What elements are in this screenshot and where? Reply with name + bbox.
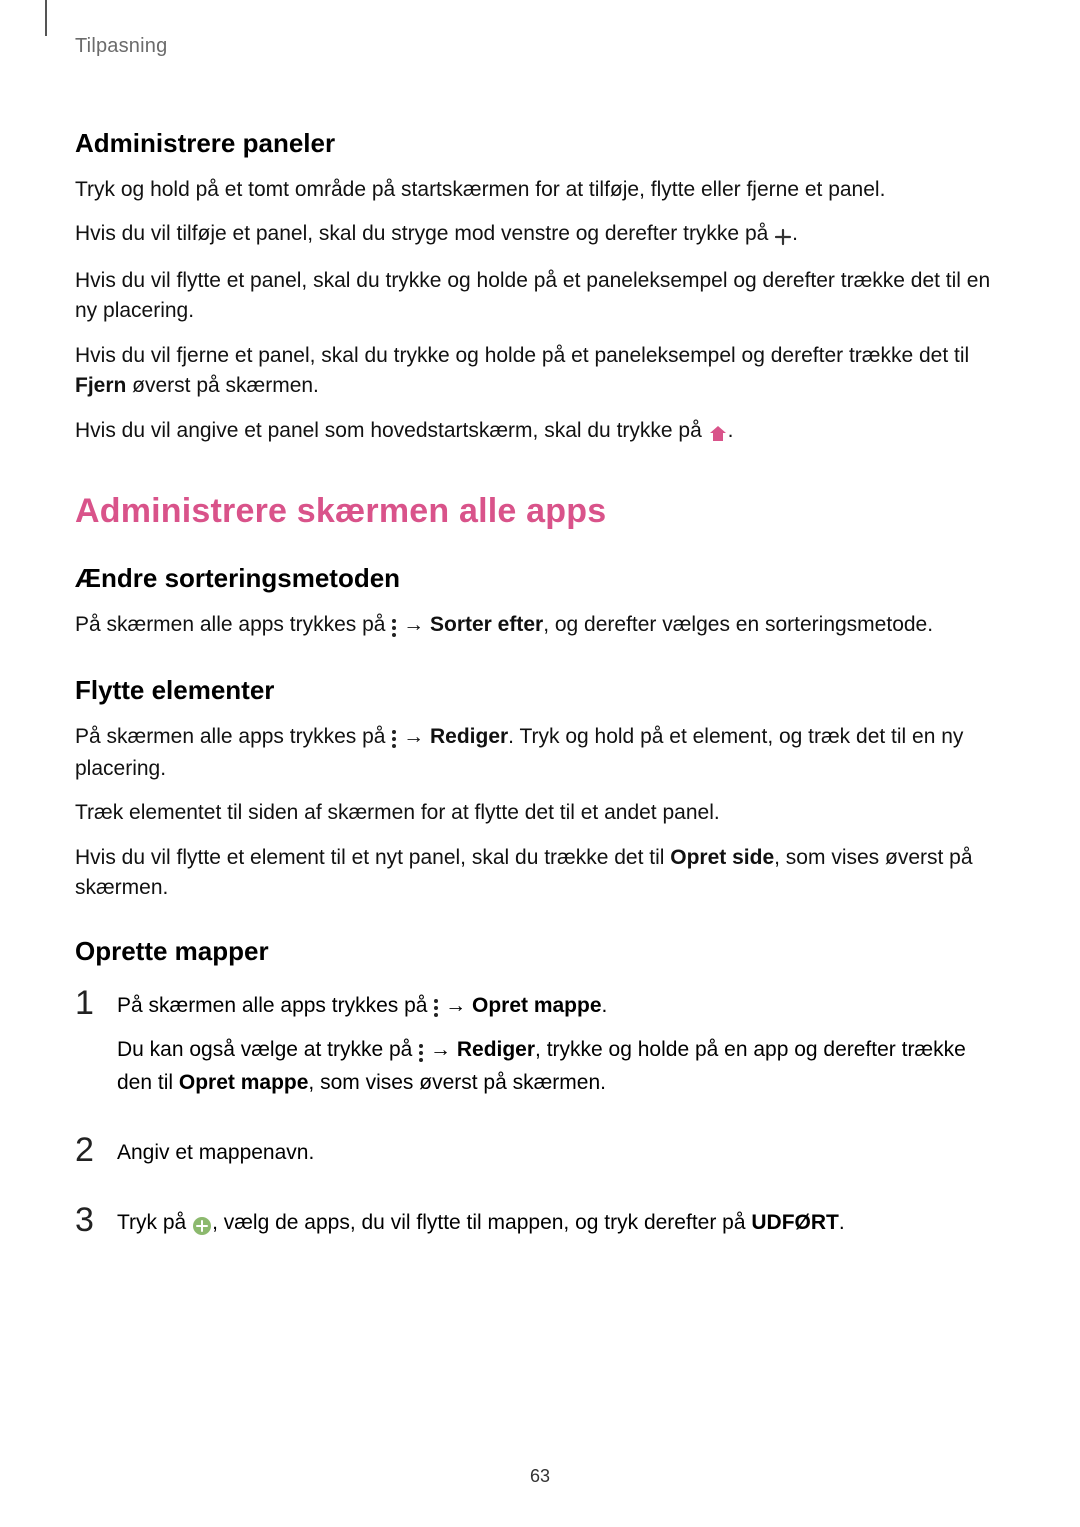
- text: .: [792, 222, 798, 245]
- heading-flytte-elementer: Flytte elementer: [75, 675, 1005, 706]
- text: Du kan også vælge at trykke på: [117, 1038, 418, 1061]
- paragraph: Træk elementet til siden af skærmen for …: [75, 798, 1005, 828]
- text: , og derefter vælges en sorteringsmetode…: [543, 613, 933, 636]
- text: På skærmen alle apps trykkes på: [75, 725, 391, 748]
- bold-opret-side: Opret side: [670, 846, 774, 869]
- bold-udfoert: UDFØRT: [751, 1211, 839, 1234]
- text: .: [728, 419, 734, 442]
- step-number: 3: [75, 1202, 117, 1239]
- step-number: 2: [75, 1132, 117, 1169]
- section-aendre-sortering: Ændre sorteringsmetoden På skærmen alle …: [75, 563, 1005, 642]
- page-number: 63: [0, 1466, 1080, 1487]
- paragraph: Hvis du vil tilføje et panel, skal du st…: [75, 219, 1005, 251]
- heading-administrere-skaermen: Administrere skærmen alle apps: [75, 492, 1005, 531]
- paragraph: På skærmen alle apps trykkes på → Opret …: [117, 991, 1005, 1023]
- text: →: [439, 994, 472, 1017]
- bold-fjern: Fjern: [75, 374, 126, 397]
- text: , som vises øverst på skærmen.: [308, 1071, 606, 1094]
- bold-sorter-efter: Sorter efter: [430, 613, 543, 636]
- paragraph: Tryk og hold på et tomt område på starts…: [75, 175, 1005, 205]
- bold-rediger: Rediger: [430, 725, 508, 748]
- text: →: [397, 613, 430, 636]
- step-2: 2 Angiv et mappenavn.: [75, 1132, 1005, 1180]
- text: Tryk på: [117, 1211, 192, 1234]
- step-body: På skærmen alle apps trykkes på → Opret …: [117, 985, 1005, 1110]
- paragraph: Hvis du vil flytte et panel, skal du try…: [75, 266, 1005, 327]
- text: Hvis du vil tilføje et panel, skal du st…: [75, 222, 774, 245]
- paragraph: På skærmen alle apps trykkes på → Sorter…: [75, 610, 1005, 642]
- paragraph: Hvis du vil fjerne et panel, skal du try…: [75, 341, 1005, 402]
- breadcrumb: Tilpasning: [75, 35, 1005, 58]
- paragraph: Hvis du vil angive et panel som hovedsta…: [75, 416, 1005, 448]
- heading-aendre-sortering: Ændre sorteringsmetoden: [75, 563, 1005, 594]
- text: .: [839, 1211, 845, 1234]
- home-icon: [708, 418, 728, 448]
- text: Hvis du vil angive et panel som hovedsta…: [75, 419, 708, 442]
- text: På skærmen alle apps trykkes på: [75, 613, 391, 636]
- page: Tilpasning Administrere paneler Tryk og …: [0, 0, 1080, 1527]
- heading-oprette-mapper: Oprette mapper: [75, 936, 1005, 967]
- text: →: [397, 725, 430, 748]
- section-oprette-mapper: Oprette mapper 1 På skærmen alle apps tr…: [75, 936, 1005, 1253]
- section-administrere-paneler: Administrere paneler Tryk og hold på et …: [75, 128, 1005, 448]
- bold-opret-mappe: Opret mappe: [179, 1071, 309, 1094]
- step-body: Angiv et mappenavn.: [117, 1132, 1005, 1180]
- text: Hvis du vil fjerne et panel, skal du try…: [75, 344, 969, 367]
- step-3: 3 Tryk på , vælg de apps, du vil flytte …: [75, 1202, 1005, 1252]
- paragraph: Tryk på , vælg de apps, du vil flytte ti…: [117, 1208, 1005, 1240]
- text: →: [424, 1038, 457, 1061]
- text: , vælg de apps, du vil flytte til mappen…: [212, 1211, 751, 1234]
- bold-rediger: Rediger: [457, 1038, 535, 1061]
- heading-administrere-paneler: Administrere paneler: [75, 128, 1005, 159]
- text: Hvis du vil flytte et element til et nyt…: [75, 846, 670, 869]
- step-number: 1: [75, 985, 117, 1022]
- text: .: [602, 994, 608, 1017]
- plus-icon: [774, 221, 792, 251]
- bold-opret-mappe: Opret mappe: [472, 994, 602, 1017]
- paragraph: Angiv et mappenavn.: [117, 1138, 1005, 1168]
- steps-list: 1 På skærmen alle apps trykkes på → Opre…: [75, 985, 1005, 1253]
- section-flytte-elementer: Flytte elementer På skærmen alle apps tr…: [75, 675, 1005, 904]
- text: På skærmen alle apps trykkes på: [117, 994, 433, 1017]
- step-1: 1 På skærmen alle apps trykkes på → Opre…: [75, 985, 1005, 1110]
- tab-marker: [45, 0, 47, 36]
- paragraph: På skærmen alle apps trykkes på → Redige…: [75, 722, 1005, 785]
- add-circle-icon: [192, 1210, 212, 1240]
- content: Administrere paneler Tryk og hold på et …: [75, 128, 1005, 1253]
- paragraph: Du kan også vælge at trykke på → Rediger…: [117, 1035, 1005, 1098]
- step-body: Tryk på , vælg de apps, du vil flytte ti…: [117, 1202, 1005, 1252]
- paragraph: Hvis du vil flytte et element til et nyt…: [75, 843, 1005, 904]
- text: øverst på skærmen.: [126, 374, 319, 397]
